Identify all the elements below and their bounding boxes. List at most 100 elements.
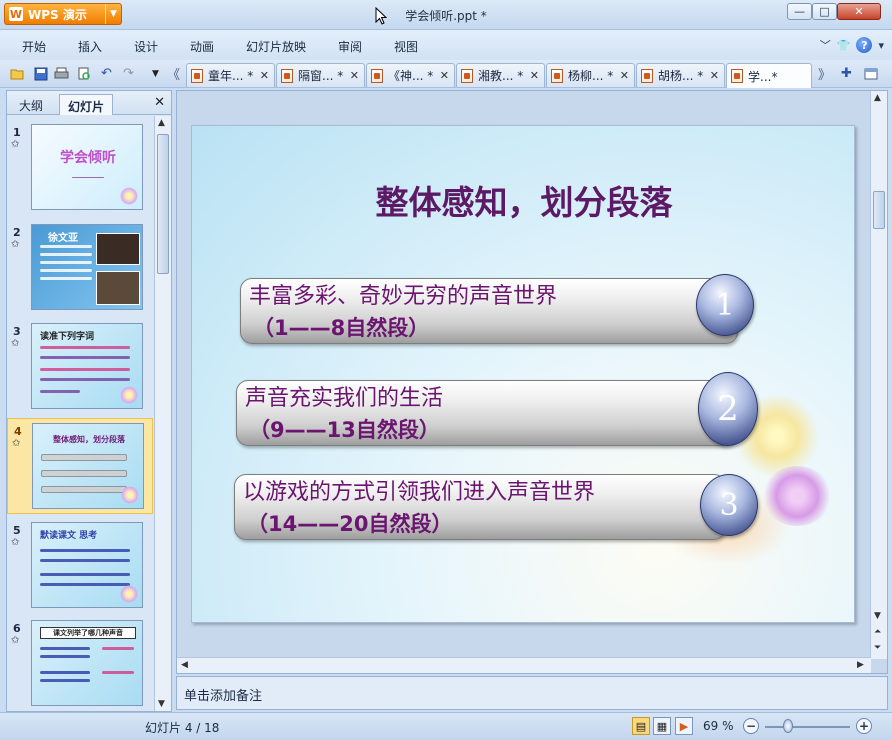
scroll-left-icon[interactable]: ◀ [181, 660, 188, 670]
zoom-in-icon[interactable]: + [856, 718, 872, 734]
section-range: （14——20自然段） [247, 512, 453, 536]
open-icon[interactable] [9, 65, 26, 82]
slide-title[interactable]: 整体感知，划分段落 [192, 176, 854, 224]
close-tab-icon[interactable]: ✕ [620, 69, 629, 82]
doc-tab-1[interactable]: 童年... * ✕ [186, 63, 275, 87]
doc-tab-active[interactable]: 学...* [726, 63, 812, 88]
thumbnail-scrollbar[interactable]: ▲ ▼ [154, 116, 171, 711]
ppt-file-icon [281, 68, 293, 83]
slide-canvas[interactable]: 整体感知，划分段落 丰富多彩、奇妙无穷的声音世界 （1——8自然段） 1 声音充… [191, 125, 855, 623]
thumbnail-title: 读准下列字词 [40, 332, 95, 342]
scroll-down-icon[interactable]: ▼ [158, 699, 165, 709]
print-icon[interactable] [53, 65, 70, 82]
previous-slide-icon[interactable]: ⏶ [874, 627, 881, 637]
normal-view-icon[interactable]: ▤ [632, 717, 650, 735]
slide-thumbnail-6[interactable]: 6 ✩ 课文列举了哪几种声音 [7, 616, 153, 711]
thumbnail-title: 学会倾听 [60, 150, 116, 166]
doc-tab-6[interactable]: 胡杨... * ✕ [636, 63, 725, 87]
menu-animation[interactable]: 动画 [190, 38, 214, 55]
slide-thumbnail-1[interactable]: 1 ✩ 学会倾听 [7, 120, 153, 216]
thumbnail-text-line [40, 679, 90, 682]
save-icon[interactable] [32, 65, 49, 82]
section-bar-1[interactable]: 丰富多彩、奇妙无穷的声音世界 （1——8自然段） [240, 278, 738, 344]
ribbon-collapse-icon[interactable]: ﹀ [820, 37, 831, 53]
scroll-right-icon[interactable]: ▶ [857, 660, 864, 670]
menu-slideshow[interactable]: 幻灯片放映 [246, 38, 306, 55]
thumbnail-text-line [40, 655, 90, 658]
help-icon[interactable]: ? [856, 37, 873, 53]
zoom-slider-knob[interactable] [783, 719, 793, 733]
number-badge-1[interactable]: 1 [696, 274, 754, 336]
scroll-up-icon[interactable]: ▲ [874, 93, 881, 103]
notes-pane[interactable]: 单击添加备注 [176, 676, 888, 710]
doc-tab-4[interactable]: 湘教... * ✕ [456, 63, 545, 87]
thumbnail-bar [41, 470, 127, 477]
number-badge-2[interactable]: 2 [698, 372, 758, 446]
zoom-level: 69 % [703, 719, 734, 733]
thumbnail-text-line [40, 378, 130, 381]
menu-home[interactable]: 开始 [22, 38, 46, 55]
zoom-slider-track[interactable] [765, 726, 850, 728]
tab-slides[interactable]: 幻灯片 [59, 94, 114, 115]
undo-icon[interactable]: ↶ [98, 65, 115, 82]
thumbnail-text-line [40, 368, 130, 371]
editor-horizontal-scrollbar[interactable]: ◀ ▶ [177, 657, 871, 673]
close-tab-icon[interactable]: ✕ [350, 69, 359, 82]
toolbar-dropdown-icon[interactable]: ▼ [147, 65, 164, 82]
slide-number: 2 [13, 226, 21, 239]
thumbnail-text-line [40, 261, 92, 264]
doc-tab-5[interactable]: 杨柳... * ✕ [546, 63, 635, 87]
close-tab-icon[interactable]: ✕ [530, 69, 539, 82]
scroll-down-icon[interactable]: ▼ [874, 611, 881, 621]
menu-view[interactable]: 视图 [394, 38, 418, 55]
help-dropdown-icon[interactable]: ▾ [878, 39, 884, 52]
close-panel-icon[interactable]: ✕ [154, 95, 165, 110]
thumbnail-title: 徐文亚 [48, 233, 78, 244]
menu-design[interactable]: 设计 [134, 38, 158, 55]
ppt-file-icon [191, 68, 203, 83]
notes-placeholder[interactable]: 单击添加备注 [184, 685, 262, 704]
tab-scroll-right-icon[interactable]: 》 [816, 65, 833, 83]
slides-panel: 大纲 幻灯片 ✕ 1 ✩ 学会倾听 2 ✩ 徐文亚 3 ✩ 读准下列字词 4 ✩… [6, 90, 172, 712]
new-tab-icon[interactable]: ✚ [838, 65, 855, 82]
thumbnail-bar [41, 454, 127, 461]
maximize-button[interactable]: □ [812, 3, 837, 20]
section-bar-2[interactable]: 声音充实我们的生活 （9——13自然段） [236, 380, 736, 446]
close-tab-icon[interactable]: ✕ [440, 69, 449, 82]
thumbnail-decoration [72, 177, 104, 178]
section-bar-3[interactable]: 以游戏的方式引领我们进入声音世界 （14——20自然段） [234, 474, 726, 540]
skin-icon[interactable]: 👕 [837, 39, 851, 52]
slide-sorter-view-icon[interactable]: ▦ [653, 717, 671, 735]
print-preview-icon[interactable] [75, 65, 92, 82]
section-text: 丰富多彩、奇妙无穷的声音世界 [249, 284, 558, 309]
close-tab-icon[interactable]: ✕ [710, 69, 719, 82]
slide-number: 6 [13, 622, 21, 635]
scroll-up-icon[interactable]: ▲ [158, 118, 165, 128]
zoom-out-icon[interactable]: − [743, 718, 759, 734]
minimize-button[interactable]: — [787, 3, 812, 20]
slide-thumbnail-2[interactable]: 2 ✩ 徐文亚 [7, 220, 153, 316]
thumbnail-title: 课文列举了哪几种声音 [40, 627, 136, 639]
close-window-button[interactable]: ✕ [837, 3, 881, 20]
flower-decoration-icon [120, 187, 138, 205]
tab-scroll-left-icon[interactable]: 《 [165, 65, 182, 83]
slideshow-view-icon[interactable]: ▶ [675, 717, 693, 735]
scrollbar-thumb[interactable] [157, 134, 169, 274]
next-slide-icon[interactable]: ⏷ [874, 643, 881, 653]
menu-review[interactable]: 审阅 [338, 38, 362, 55]
menu-insert[interactable]: 插入 [78, 38, 102, 55]
scrollbar-thumb[interactable] [873, 191, 885, 229]
redo-icon[interactable]: ↷ [120, 65, 137, 82]
doc-tab-3[interactable]: 《神... * ✕ [366, 63, 455, 87]
thumbnail-image: 徐文亚 [31, 224, 143, 310]
tab-list-icon[interactable] [862, 65, 879, 82]
slide-thumbnail-4[interactable]: 4 ✩ 整体感知，划分段落 [7, 418, 153, 514]
slide-thumbnail-3[interactable]: 3 ✩ 读准下列字词 [7, 319, 153, 415]
number-badge-3[interactable]: 3 [700, 474, 758, 536]
tab-outline[interactable]: 大纲 [11, 94, 51, 115]
slide-thumbnail-5[interactable]: 5 ✩ 默读课文 思考 [7, 518, 153, 614]
editor-vertical-scrollbar[interactable]: ▲ ▼ ⏶ ⏷ [870, 91, 887, 659]
thumbnail-text-line [40, 356, 130, 359]
doc-tab-2[interactable]: 隔窗... * ✕ [276, 63, 365, 87]
close-tab-icon[interactable]: ✕ [260, 69, 269, 82]
